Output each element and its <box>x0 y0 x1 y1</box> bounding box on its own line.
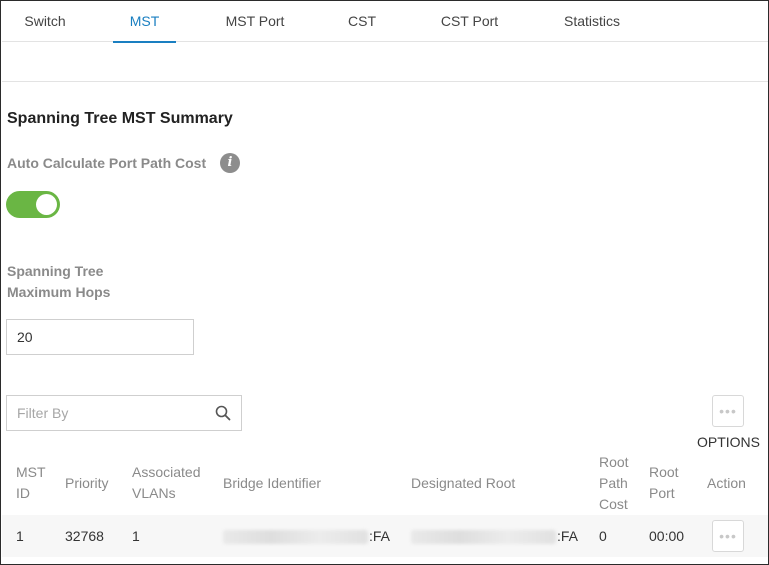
header-root-path-cost-line3: Cost <box>599 496 628 512</box>
header-priority: Priority <box>65 475 109 491</box>
section-title: Spanning Tree MST Summary <box>7 110 233 127</box>
filter-box <box>6 395 242 431</box>
header-vlans-line2: VLANs <box>132 485 176 501</box>
options-label: OPTIONS <box>697 434 761 450</box>
tab-bar: Switch MST MST Port CST CST Port Statist… <box>2 1 768 43</box>
max-hops-label-line2: Maximum Hops <box>7 284 111 300</box>
toggle-knob <box>36 194 57 215</box>
search-icon[interactable] <box>215 405 231 421</box>
tab-cst[interactable]: CST <box>347 1 377 42</box>
info-icon[interactable]: i <box>220 153 240 173</box>
header-root-path-cost-line1: Root <box>599 454 629 470</box>
max-hops-input[interactable] <box>6 319 194 355</box>
tab-statistics[interactable]: Statistics <box>561 1 623 42</box>
header-root-port-line1: Root <box>649 464 679 480</box>
header-mst-id-line2: ID <box>16 485 30 501</box>
more-dots-icon: ••• <box>719 528 737 544</box>
tab-cst-port[interactable]: CST Port <box>439 1 500 42</box>
redacted-mac <box>411 530 556 545</box>
bridge-id-suffix: :FA <box>369 528 391 544</box>
more-dots-icon: ••• <box>719 403 737 419</box>
header-mst-id-line1: MST <box>16 464 46 480</box>
filter-input[interactable] <box>7 396 207 430</box>
section-divider <box>2 81 768 82</box>
max-hops-label-line1: Spanning Tree <box>7 263 104 279</box>
tab-mst[interactable]: MST <box>113 1 176 43</box>
designated-root-suffix: :FA <box>557 528 579 544</box>
cell-root-path-cost: 0 <box>599 528 607 544</box>
header-designated-root: Designated Root <box>411 475 516 491</box>
cell-designated-root: :FA <box>411 528 579 545</box>
header-root-path-cost-line2: Path <box>599 475 628 491</box>
options-button[interactable]: ••• <box>712 395 744 427</box>
redacted-mac <box>223 530 368 545</box>
tab-switch[interactable]: Switch <box>22 1 68 42</box>
cell-bridge-identifier: :FA <box>223 528 391 545</box>
auto-calc-toggle[interactable] <box>6 191 60 218</box>
row-action-button[interactable]: ••• <box>712 520 744 552</box>
header-root-port-line2: Port <box>649 485 675 501</box>
header-action: Action <box>707 475 746 491</box>
cell-associated-vlans: 1 <box>132 528 140 544</box>
header-vlans-line1: Associated <box>132 464 201 480</box>
cell-priority: 32768 <box>65 528 104 544</box>
tab-mst-port[interactable]: MST Port <box>223 1 287 42</box>
cell-root-port: 00:00 <box>649 528 685 544</box>
cell-mst-id: 1 <box>16 528 24 544</box>
header-bridge-identifier: Bridge Identifier <box>223 475 322 491</box>
auto-calc-label: Auto Calculate Port Path Cost <box>7 155 207 171</box>
page-frame: Switch MST MST Port CST CST Port Statist… <box>0 0 769 565</box>
